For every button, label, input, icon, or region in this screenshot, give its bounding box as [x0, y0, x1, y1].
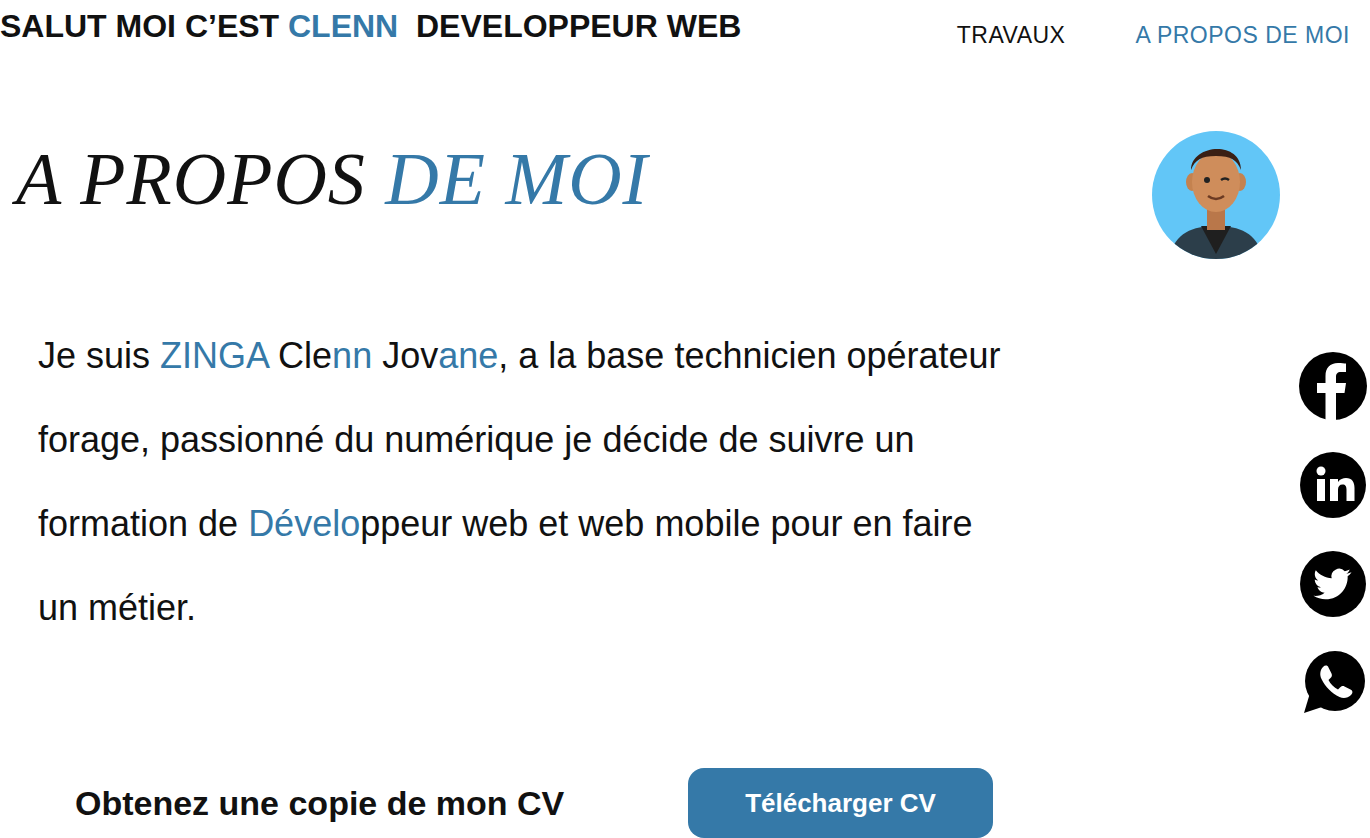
heading-part: DE MOI: [385, 138, 648, 220]
title-part: DEVELOPPEUR WEB: [398, 8, 741, 44]
twitter-icon[interactable]: [1299, 550, 1367, 618]
title-part: CLENN: [288, 8, 398, 44]
whatsapp-icon[interactable]: [1299, 649, 1367, 717]
linkedin-icon[interactable]: [1299, 451, 1367, 519]
intro-part: nn: [332, 335, 372, 376]
intro-part: Cle: [268, 335, 332, 376]
intro-part: Dévelo: [248, 503, 360, 544]
about-content: Je suis ZINGA Clenn Jovane, a la base te…: [0, 314, 1299, 838]
top-bar: SALUT MOI C’EST CLENN DEVELOPPEUR WEB TRA…: [0, 0, 1370, 60]
page-heading: A PROPOS DE MOI: [16, 135, 648, 224]
intro-part: Jov: [372, 335, 438, 376]
nav-link[interactable]: A PROPOS DE MOI: [1135, 18, 1350, 53]
about-section: Je suis ZINGA Clenn Jovane, a la base te…: [0, 314, 1370, 838]
heading-part: A PROPOS: [16, 138, 385, 220]
facebook-icon[interactable]: [1299, 352, 1367, 420]
main-nav: TRAVAUX A PROPOS DE MOI: [957, 0, 1350, 53]
nav-link[interactable]: TRAVAUX: [957, 18, 1066, 53]
intro-part: Je suis: [38, 335, 160, 376]
intro-part: ZINGA: [160, 335, 268, 376]
cv-row: Obtenez une copie de mon CVTélécharger C…: [0, 768, 1299, 838]
site-title: SALUT MOI C’EST CLENN DEVELOPPEUR WEB: [0, 10, 741, 42]
social-links: [1299, 314, 1370, 838]
intro-text: Je suis ZINGA Clenn Jovane, a la base te…: [0, 314, 1010, 650]
download-cv-button[interactable]: Télécharger CV: [688, 768, 993, 838]
title-part: SALUT MOI C’EST: [0, 8, 288, 44]
cv-label: Obtenez une copie de mon CV: [0, 778, 688, 829]
intro-part: ane: [438, 335, 498, 376]
heading-row: A PROPOS DE MOI: [0, 100, 1370, 260]
avatar-icon: [1151, 130, 1281, 260]
